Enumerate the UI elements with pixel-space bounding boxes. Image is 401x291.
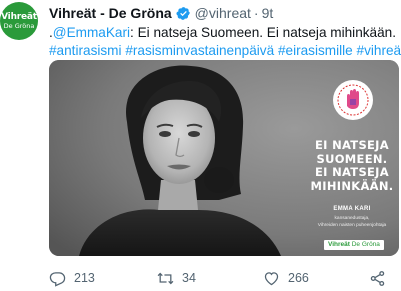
hashtag-antirasismi[interactable]: #antirasismi [49,43,122,58]
retweet-count: 34 [182,271,196,285]
text-body: : Ei natseja Suomeen. Ei natseja mihinkä… [130,25,397,40]
tweet-header: Vihreät - De Gröna @vihreat · 9t [49,4,273,22]
like-button[interactable]: 266 [263,268,309,288]
handle[interactable]: @vihreat [195,5,251,21]
reply-button[interactable]: 213 [49,268,95,288]
tweet-media-image[interactable]: EI NATSEJA SUOMEEN. EI NATSEJA MIHINKÄÄN… [49,60,399,256]
poster-heading-line: EI NATSEJA [315,165,389,179]
tweet-action-bar: 213 34 266 [49,268,399,288]
heart-icon [264,271,279,285]
hashtag-eirasismille[interactable]: #eirasismille [278,43,353,58]
poster-heading-line: SUOMEEN. [316,151,388,166]
antiracism-hand-badge-icon [333,80,373,120]
reply-icon [49,271,66,287]
share-icon [370,270,385,286]
like-count: 266 [288,271,309,285]
verified-badge-icon [176,6,190,20]
reply-count: 213 [74,271,95,285]
retweet-button[interactable]: 34 [157,268,196,288]
hashtag-rasisminvastainenpaiva[interactable]: #rasisminvastainenpäivä [125,43,274,58]
tweet-text: .@EmmaKari: Ei natseja Suomeen. Ei natse… [49,24,401,60]
display-name[interactable]: Vihreät - De Gröna [49,5,172,21]
mention-link[interactable]: @EmmaKari [53,25,130,40]
poster-logo-light: De Gröna [351,241,380,248]
poster-role-line: Vihreiden naisten puheenjohtaja [317,222,387,228]
share-button[interactable] [369,268,394,288]
hashtag-vihreat[interactable]: #vihreät [357,43,401,58]
poster-logo-bold: Vihreät [328,241,350,248]
poster-heading-line: MIHINKÄÄN. [310,178,394,193]
account-avatar[interactable]: Vihreät De Gröna [0,2,38,40]
timestamp[interactable]: 9t [262,5,274,21]
avatar-line2: De Gröna [3,22,35,30]
poster-person-role: kansanedustaja, Vihreiden naisten puheen… [307,216,397,229]
poster-person-name: EMMA KARI [333,206,371,212]
poster-party-logo: Vihreät De Gröna [324,240,384,250]
tweet-text-line1: .@EmmaKari: Ei natseja Suomeen. Ei natse… [49,24,399,42]
retweet-icon [157,272,174,284]
avatar-line1: Vihreät [1,12,37,22]
hashtag-line: #antirasismi #rasisminvastainenpäivä #ei… [49,42,401,60]
poster-heading-line: EI NATSEJA [315,138,389,152]
poster-heading: EI NATSEJA SUOMEEN. EI NATSEJA MIHINKÄÄN… [307,138,397,193]
separator-dot: · [253,5,259,21]
